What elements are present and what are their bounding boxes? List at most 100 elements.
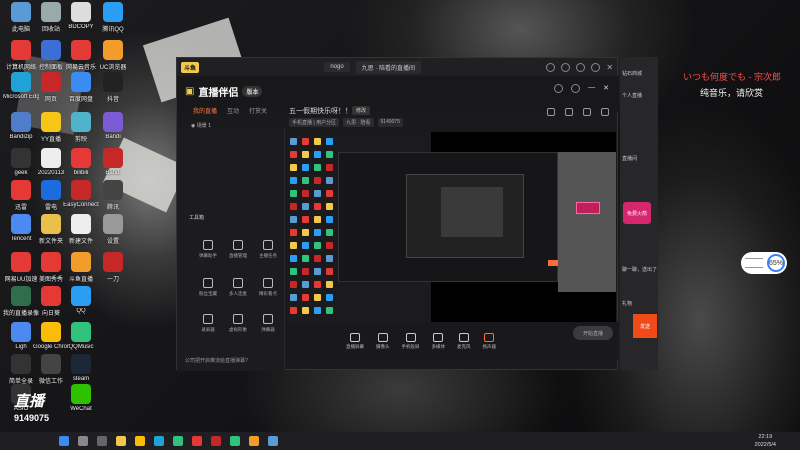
- toolbox-item[interactable]: 多人连麦: [223, 278, 253, 297]
- desktop-shortcut[interactable]: Bandi: [96, 112, 130, 140]
- toolbox-item[interactable]: 录屏器: [193, 314, 223, 333]
- desktop-shortcut[interactable]: 简单全录: [4, 354, 38, 385]
- desktop-shortcut[interactable]: 计算机网络: [4, 40, 38, 71]
- close-icon[interactable]: ✕: [606, 63, 613, 72]
- desktop-shortcut[interactable]: UC浏览器: [96, 40, 130, 71]
- desktop-shortcut[interactable]: 斗鱼直播: [64, 252, 98, 283]
- room-tab[interactable]: 九思 · 陪看的直播间: [355, 60, 422, 74]
- desktop-shortcut[interactable]: 剪映: [64, 112, 98, 143]
- desktop-shortcut[interactable]: 此电脑: [4, 2, 38, 33]
- desktop-shortcut[interactable]: 设置: [96, 214, 130, 245]
- netease-icon[interactable]: [192, 436, 202, 446]
- desktop-shortcut[interactable]: Bandizip: [4, 112, 38, 140]
- desktop-shortcut[interactable]: 我的直播录像: [3, 286, 39, 317]
- desktop-shortcut[interactable]: Bandi: [96, 148, 130, 176]
- tab-interact[interactable]: 互动: [227, 106, 239, 115]
- toolbox-item[interactable]: 直播管理: [223, 240, 253, 259]
- start-live-button[interactable]: 开始直播: [573, 326, 613, 340]
- media-button[interactable]: 多媒体: [432, 332, 445, 350]
- desktop-shortcut[interactable]: 抖音: [96, 72, 130, 103]
- phone-cast-button[interactable]: 手机投屏: [402, 332, 420, 350]
- live-icon[interactable]: [249, 436, 259, 446]
- toolbox-item[interactable]: 弹幕器: [253, 314, 283, 333]
- toolbox-item[interactable]: 弹幕助手: [193, 240, 223, 259]
- search-box[interactable]: nogo: [324, 62, 350, 72]
- tab-reward[interactable]: 打赏关: [249, 106, 267, 115]
- toolbox-item[interactable]: 粉丝宝藏: [193, 278, 223, 297]
- desktop-shortcut[interactable]: BDCOPY: [64, 2, 98, 30]
- share-icon[interactable]: [601, 108, 609, 116]
- tab-my-live[interactable]: 我的直播: [193, 106, 217, 115]
- clock[interactable]: 22:19 2022/5/4: [755, 433, 776, 449]
- camera-button[interactable]: 摄像头: [376, 332, 390, 350]
- scene-item[interactable]: ◉ 场景 1: [191, 122, 211, 129]
- desktop-shortcut[interactable]: 回收站: [34, 2, 68, 33]
- explorer-icon[interactable]: [116, 436, 126, 446]
- desktop-shortcut[interactable]: Microsoft Edge: [3, 72, 39, 100]
- preview-desktop-icon: [290, 190, 297, 197]
- version-badge[interactable]: 版本: [242, 86, 263, 97]
- right-item[interactable]: 钻石商城: [622, 70, 642, 77]
- toolbox-item[interactable]: 精彩看点: [253, 278, 283, 297]
- app-logo[interactable]: 斗鱼: [181, 61, 200, 73]
- free-rocket-badge[interactable]: 免费火箭: [623, 202, 651, 224]
- search-icon[interactable]: [78, 436, 88, 446]
- speaker-button[interactable]: 扬声器: [482, 332, 497, 350]
- desktop-shortcut[interactable]: steam: [64, 354, 98, 382]
- toolbox-item[interactable]: 虚拟形象: [223, 314, 253, 333]
- desktop-shortcut[interactable]: 腾讯QQ: [96, 2, 130, 33]
- toolbox-item[interactable]: 主播任务: [253, 240, 283, 259]
- game-icon[interactable]: [268, 436, 278, 446]
- desktop-shortcut[interactable]: 百度网盘: [64, 72, 98, 103]
- menu-icon[interactable]: [571, 84, 581, 93]
- layout-icon[interactable]: [565, 108, 573, 116]
- speaker-label: 扬声器: [482, 343, 497, 349]
- gift-icon[interactable]: [576, 62, 586, 72]
- desktop-shortcut[interactable]: 美图秀秀: [34, 252, 68, 283]
- screen-capture-button[interactable]: 直播屏幕: [346, 332, 364, 350]
- desktop-shortcut[interactable]: 新文件夹: [34, 214, 68, 245]
- settings-icon[interactable]: [591, 62, 601, 72]
- desktop-shortcut[interactable]: 控制面板: [34, 40, 68, 71]
- push-hint[interactable]: 公司把开启推流给直播弹幕?: [185, 357, 248, 364]
- right-item[interactable]: 个人直播: [622, 92, 642, 99]
- desktop-shortcut[interactable]: 腾讯: [96, 180, 130, 211]
- desktop-shortcut[interactable]: 向日葵: [34, 286, 68, 317]
- mic-button[interactable]: 麦克风: [457, 332, 471, 350]
- desktop-shortcut[interactable]: bilibili: [64, 148, 98, 176]
- refresh-icon[interactable]: [561, 62, 571, 72]
- help-icon[interactable]: [546, 62, 556, 72]
- desktop-shortcut[interactable]: 网易UU加速: [4, 252, 38, 283]
- desktop-shortcut[interactable]: 新建文件: [64, 214, 98, 245]
- desktop-shortcut[interactable]: QQ: [64, 286, 98, 314]
- avatar-icon[interactable]: [554, 84, 564, 93]
- desktop-shortcut[interactable]: 迅雷: [4, 180, 38, 211]
- edge-icon[interactable]: [154, 436, 164, 446]
- desktop-shortcut[interactable]: 一刀: [96, 252, 130, 283]
- music-icon[interactable]: [230, 436, 240, 446]
- taskview-icon[interactable]: [97, 436, 107, 446]
- send-button[interactable]: 发送: [633, 314, 657, 338]
- start-icon[interactable]: [59, 436, 69, 446]
- close-window-icon[interactable]: ✕: [603, 84, 609, 93]
- desktop-shortcut[interactable]: Tencent: [4, 214, 38, 242]
- desktop-shortcut[interactable]: 20220113: [34, 148, 68, 176]
- desktop-shortcut[interactable]: QQMusic: [64, 322, 98, 350]
- live-preview[interactable]: [286, 132, 616, 322]
- grid-icon[interactable]: [583, 108, 591, 116]
- desktop-shortcut[interactable]: YY直播: [34, 112, 68, 143]
- change-title-button[interactable]: 修改: [352, 106, 371, 115]
- desktop-shortcut[interactable]: 微信工作: [34, 354, 68, 385]
- chrome-icon[interactable]: [135, 436, 145, 446]
- desktop-shortcut[interactable]: Google Chrome: [33, 322, 69, 350]
- desktop-shortcut[interactable]: geek: [4, 148, 38, 176]
- desktop-shortcut[interactable]: 网易云音乐: [64, 40, 98, 71]
- desktop-shortcut[interactable]: 网页: [34, 72, 68, 103]
- app-icon[interactable]: [173, 436, 183, 446]
- app-icon[interactable]: [211, 436, 221, 446]
- meta-category[interactable]: 手机直播 | 用户分区: [289, 118, 340, 127]
- desktop-shortcut[interactable]: Ligh: [4, 322, 38, 350]
- minimize-icon[interactable]: —: [588, 84, 595, 93]
- lock-icon[interactable]: [547, 108, 555, 116]
- desktop-shortcut[interactable]: EasyConnect: [63, 180, 99, 208]
